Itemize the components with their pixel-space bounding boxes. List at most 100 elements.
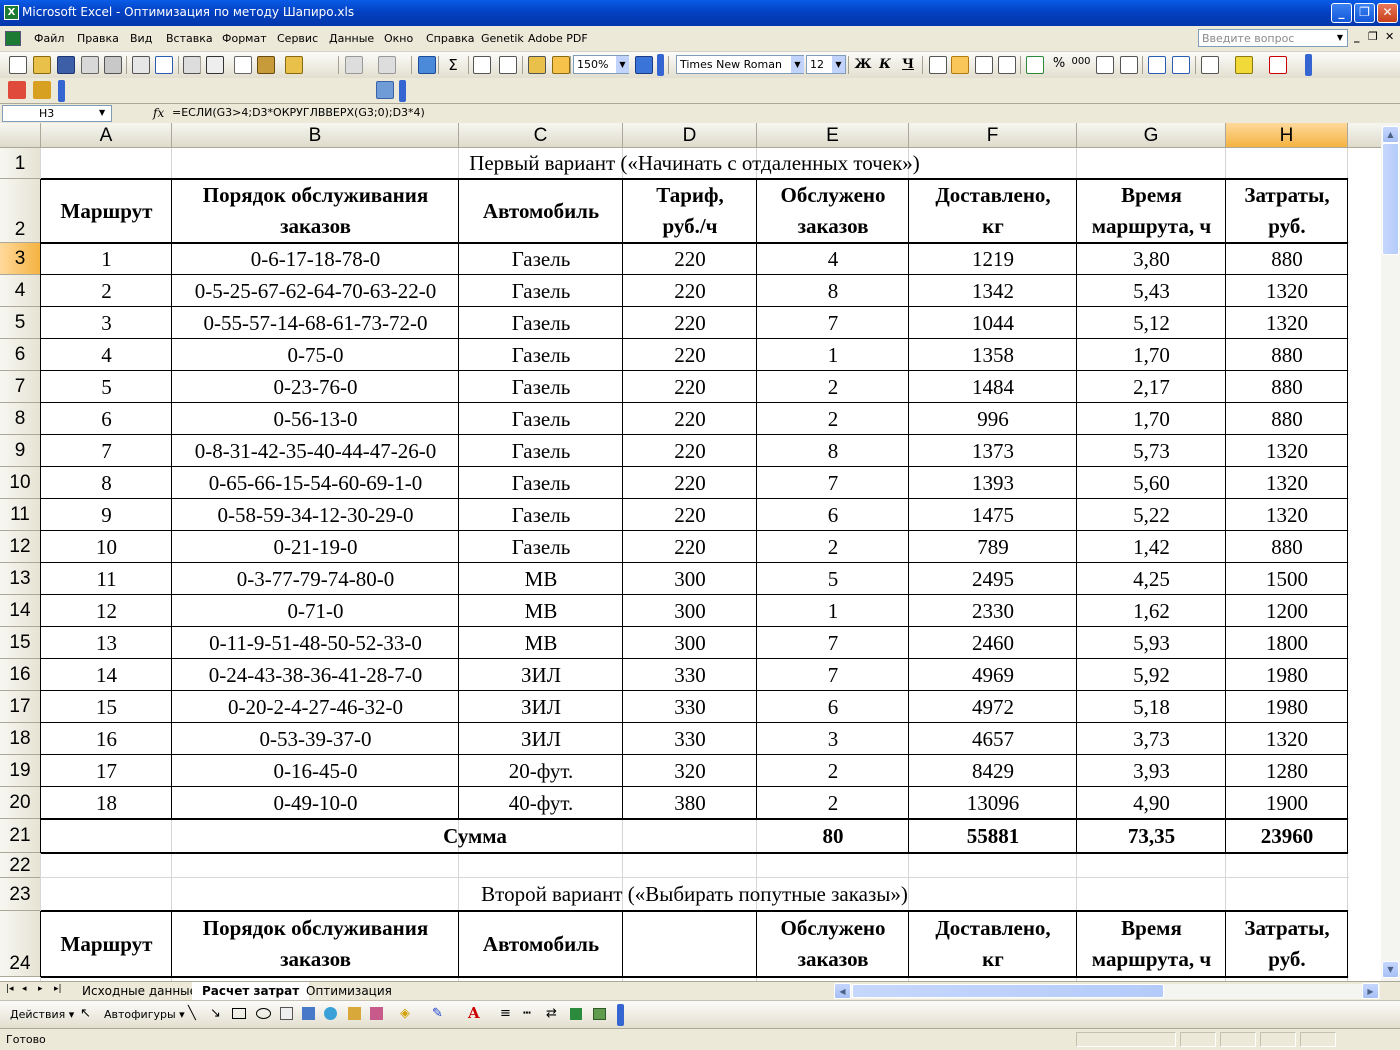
wordart-tool-icon[interactable] [302, 1007, 315, 1020]
font-color-icon[interactable]: A [468, 1004, 480, 1022]
row-header-23[interactable]: 23 [0, 878, 41, 911]
cell-tariff[interactable]: 330 [623, 723, 757, 755]
cell-tariff[interactable]: 300 [623, 627, 757, 659]
cell-orders-served[interactable]: 7 [757, 467, 909, 499]
cell-delivered[interactable]: 4972 [909, 691, 1077, 723]
cell-costs[interactable]: 1320 [1226, 275, 1348, 307]
menu-data[interactable]: Данные [329, 32, 374, 45]
cell-delivered[interactable]: 789 [909, 531, 1077, 563]
first-sheet-icon[interactable]: |◂ [6, 984, 14, 994]
cell-costs[interactable]: 1800 [1226, 627, 1348, 659]
name-box[interactable]: H3 [2, 105, 112, 122]
row-header-1[interactable]: 1 [0, 148, 41, 179]
header2-tariff[interactable] [623, 911, 757, 977]
cell-tariff[interactable]: 220 [623, 435, 757, 467]
merge-center-icon[interactable] [998, 56, 1016, 74]
cell-costs[interactable]: 1980 [1226, 691, 1348, 723]
cell-costs[interactable]: 1320 [1226, 499, 1348, 531]
oval-tool-icon[interactable] [256, 1008, 271, 1019]
cell-tariff[interactable]: 320 [623, 755, 757, 787]
minimize-button[interactable]: _ [1331, 3, 1352, 23]
cell-orders-served[interactable]: 6 [757, 499, 909, 531]
row-header-12[interactable]: 12 [0, 531, 41, 563]
align-center-icon[interactable] [951, 56, 969, 74]
cell-costs[interactable]: 880 [1226, 371, 1348, 403]
cell-route-time[interactable]: 3,73 [1077, 723, 1226, 755]
column-header-extra[interactable] [1348, 123, 1381, 148]
header-vehicle[interactable]: Автомобиль [459, 179, 623, 243]
toolbar-grip-icon-std[interactable] [657, 54, 664, 76]
row-header-10[interactable]: 10 [0, 467, 41, 499]
cell-delivered[interactable]: 2460 [909, 627, 1077, 659]
undo-icon[interactable] [345, 56, 363, 74]
menu-tools[interactable]: Сервис [277, 32, 318, 45]
cut-icon[interactable] [206, 56, 224, 74]
row-header-14[interactable]: 14 [0, 595, 41, 627]
cell-route-number[interactable]: 14 [41, 659, 172, 691]
ask-question-input[interactable]: Введите вопрос [1198, 29, 1348, 47]
cell-orders-served[interactable]: 7 [757, 307, 909, 339]
cell-orders-served[interactable]: 7 [757, 627, 909, 659]
cell-vehicle[interactable]: Газель [459, 243, 623, 275]
cell-route-number[interactable]: 11 [41, 563, 172, 595]
column-header-f[interactable]: F [909, 123, 1077, 148]
autoshapes-menu[interactable]: Автофигуры ▾ [104, 1008, 185, 1021]
cell-costs[interactable]: 880 [1226, 339, 1348, 371]
cell-tariff[interactable]: 220 [623, 243, 757, 275]
menu-file[interactable]: Файл [34, 32, 64, 45]
row-header-6[interactable]: 6 [0, 339, 41, 371]
italic-button[interactable]: К [876, 56, 894, 74]
row-header-15[interactable]: 15 [0, 627, 41, 659]
cell-route-time[interactable]: 5,73 [1077, 435, 1226, 467]
save-icon[interactable] [57, 56, 75, 74]
fill-color-icon[interactable]: ◈ [400, 1006, 410, 1021]
shadow-style-icon[interactable] [570, 1008, 582, 1020]
cell-service-order[interactable]: 0-53-39-37-0 [172, 723, 459, 755]
cell-service-order[interactable]: 0-21-19-0 [172, 531, 459, 563]
menu-edit[interactable]: Правка [77, 32, 119, 45]
cell-service-order[interactable]: 0-3-77-79-74-80-0 [172, 563, 459, 595]
row-header-21[interactable]: 21 [0, 819, 41, 853]
toolbar-grip-icon-2[interactable] [399, 80, 406, 102]
3d-style-icon[interactable] [593, 1008, 606, 1020]
cell-tariff[interactable]: 220 [623, 371, 757, 403]
header2-orders-served[interactable]: Обслужено заказов [757, 911, 909, 977]
line-color-icon[interactable]: ✎ [432, 1006, 443, 1021]
header-route[interactable]: Маршрут [41, 179, 172, 243]
cell-route-time[interactable]: 5,60 [1077, 467, 1226, 499]
cell-costs[interactable]: 1980 [1226, 659, 1348, 691]
cell-costs[interactable]: 1900 [1226, 787, 1348, 819]
prev-sheet-icon[interactable]: ◂ [22, 984, 27, 994]
cell-route-time[interactable]: 5,43 [1077, 275, 1226, 307]
cell-service-order[interactable]: 0-71-0 [172, 595, 459, 627]
cell-tariff[interactable]: 330 [623, 659, 757, 691]
borders-icon[interactable] [1201, 56, 1219, 74]
menu-genetik[interactable]: Genetik [481, 32, 524, 45]
cell-vehicle[interactable]: ЗИЛ [459, 691, 623, 723]
cell-tariff[interactable]: 220 [623, 307, 757, 339]
cell-tariff[interactable]: 330 [623, 691, 757, 723]
copy-icon[interactable] [234, 56, 252, 74]
cell-route-number[interactable]: 7 [41, 435, 172, 467]
cell-orders-served[interactable]: 8 [757, 275, 909, 307]
horizontal-scroll-thumb[interactable] [852, 984, 1164, 998]
cell-service-order[interactable]: 0-75-0 [172, 339, 459, 371]
font-color-button-icon[interactable] [1269, 56, 1287, 74]
cell-route-number[interactable]: 13 [41, 627, 172, 659]
row-header-2[interactable]: 2 [0, 179, 41, 243]
underline-button[interactable]: Ч [899, 56, 917, 74]
formula-input[interactable]: =ЕСЛИ(G3>4;D3*ОКРУГЛВВЕРХ(G3;0);D3*4) [172, 106, 425, 119]
reviewing-icon[interactable] [376, 81, 394, 99]
column-header-a[interactable]: A [41, 123, 172, 148]
open-icon[interactable] [33, 56, 51, 74]
cell-service-order[interactable]: 0-24-43-38-36-41-28-7-0 [172, 659, 459, 691]
cell-costs[interactable]: 1280 [1226, 755, 1348, 787]
sheet-tab-cost-calculation[interactable]: Расчет затрат [192, 982, 310, 1000]
cell-orders-served[interactable]: 3 [757, 723, 909, 755]
next-sheet-icon[interactable]: ▸ [38, 984, 43, 994]
cell-route-number[interactable]: 4 [41, 339, 172, 371]
ask-dropdown-icon[interactable]: ▼ [1334, 30, 1346, 46]
align-right-icon[interactable] [975, 56, 993, 74]
menu-window[interactable]: Окно [384, 32, 413, 45]
row-header-7[interactable]: 7 [0, 371, 41, 403]
